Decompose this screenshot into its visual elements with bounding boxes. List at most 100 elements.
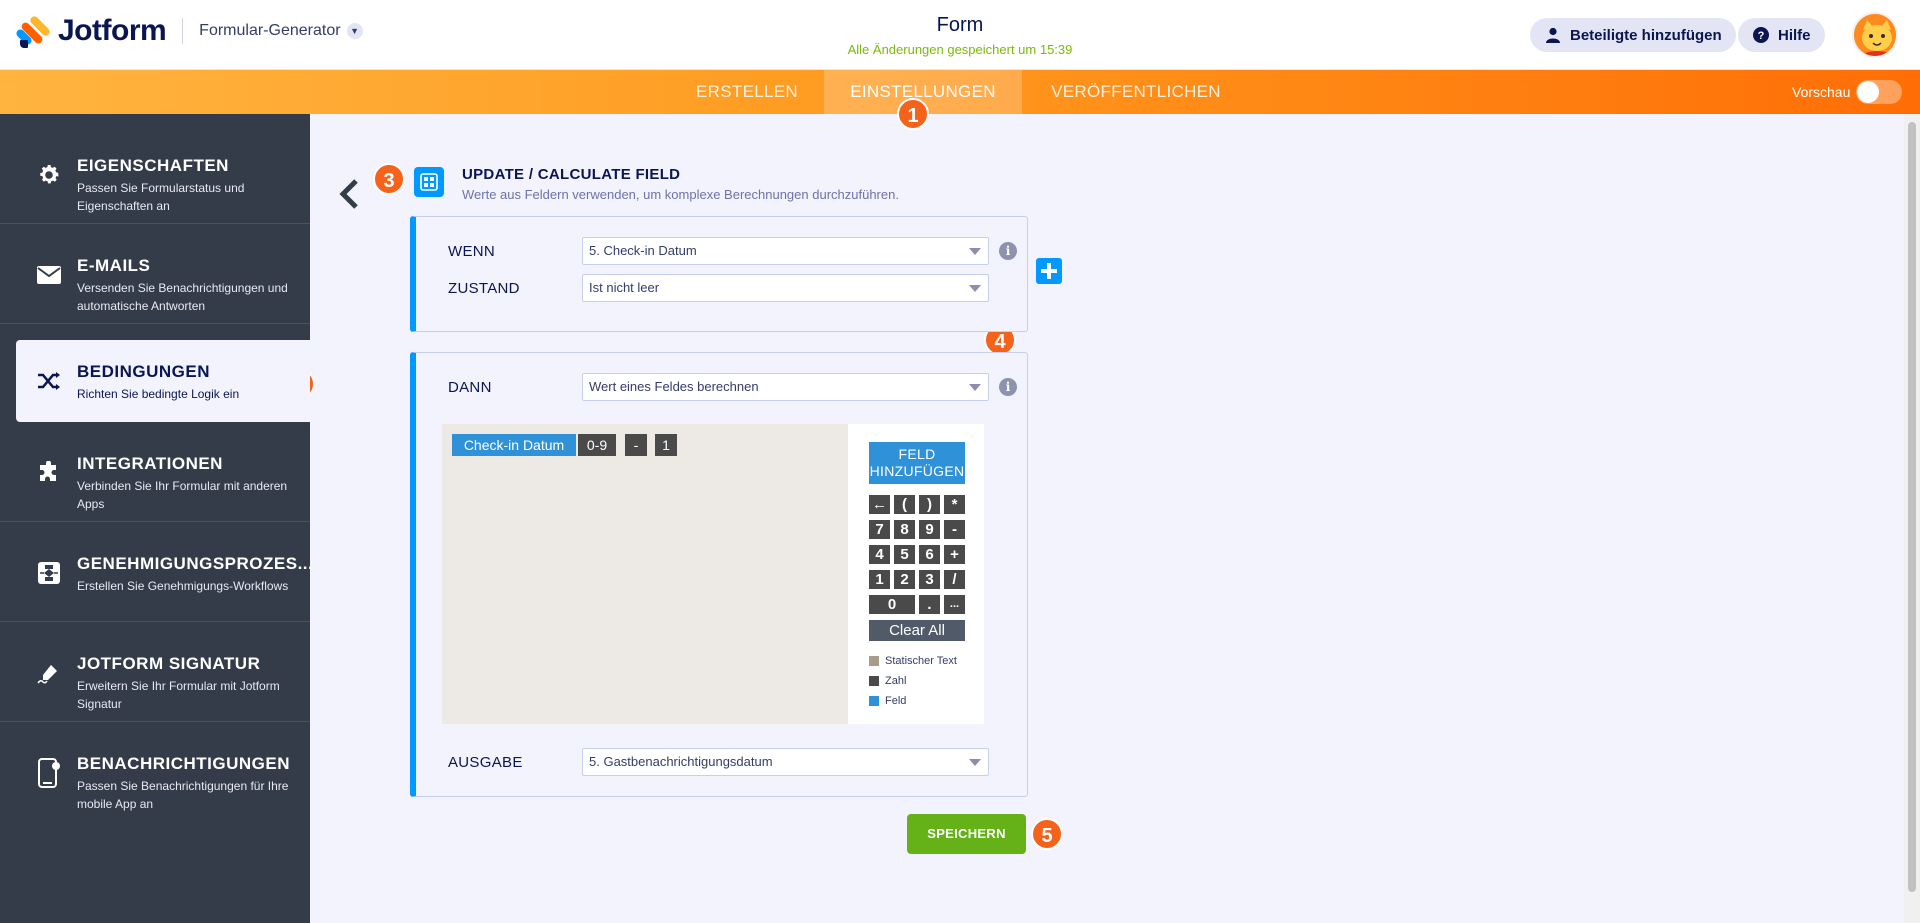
help-icon: ? xyxy=(1752,26,1770,44)
jotform-logo[interactable]: Jotform Formular-Generator ▼ xyxy=(14,14,363,48)
sidebar-item-integrations[interactable]: INTEGRATIONEN Verbinden Sie Ihr Formular… xyxy=(0,422,310,522)
key-more[interactable]: ... xyxy=(944,595,965,614)
sidebar-item-approvals[interactable]: GENEHMIGUNGSPROZES... Erstellen Sie Gene… xyxy=(0,522,314,622)
output-label: AUSGABE xyxy=(448,754,523,771)
formula-token-number[interactable]: - xyxy=(625,434,647,456)
key-multiply[interactable]: * xyxy=(944,495,965,514)
mail-icon xyxy=(36,262,62,288)
if-label: WENN xyxy=(448,243,496,260)
condition-title: UPDATE / CALCULATE FIELD xyxy=(462,166,681,183)
add-field-button[interactable]: FELD HINZUFÜGEN xyxy=(869,442,965,484)
state-select[interactable]: Ist nicht leer xyxy=(582,274,989,302)
dropdown-arrow-icon xyxy=(969,759,981,766)
sidebar-item-conditions[interactable]: BEDINGUNGEN Richten Sie bedingte Logik e… xyxy=(16,340,310,422)
svg-text:?: ? xyxy=(1758,30,1765,42)
step-badge-1: 1 xyxy=(897,98,929,130)
sidebar-item-desc: Verbinden Sie Ihr Formular mit anderen A… xyxy=(77,479,288,511)
key-7[interactable]: 7 xyxy=(869,520,890,539)
main-tab-bar: ERSTELLEN EINSTELLUNGEN VERÖFFENTLICHEN … xyxy=(0,70,1920,114)
sidebar-item-notifications[interactable]: BENACHRICHTIGUNGEN Passen Sie Benachrich… xyxy=(0,722,310,822)
dropdown-arrow-icon xyxy=(969,384,981,391)
settings-sidebar: EIGENSCHAFTEN Passen Sie Formularstatus … xyxy=(0,114,314,923)
key-close-paren[interactable]: ) xyxy=(919,495,940,514)
sidebar-item-signature[interactable]: JOTFORM SIGNATUR Erweitern Sie Ihr Formu… xyxy=(0,622,310,722)
back-chevron-icon[interactable] xyxy=(336,178,364,210)
key-2[interactable]: 2 xyxy=(894,570,915,589)
info-icon[interactable]: i xyxy=(999,378,1017,396)
save-button[interactable]: SPEICHERN xyxy=(907,814,1026,854)
step-badge-3: 3 xyxy=(373,163,405,195)
key-minus[interactable]: - xyxy=(944,520,965,539)
key-0[interactable]: 0 xyxy=(869,595,915,614)
key-4[interactable]: 4 xyxy=(869,545,890,564)
logo-wordmark: Jotform xyxy=(58,14,167,47)
key-divide[interactable]: / xyxy=(944,570,965,589)
then-action-value: Wert eines Feldes berechnen xyxy=(589,379,759,394)
calculator-icon xyxy=(414,167,444,197)
sidebar-item-desc: Passen Sie Benachrichtigungen für Ihre m… xyxy=(77,779,289,811)
sidebar-item-desc: Erweitern Sie Ihr Formular mit Jotform S… xyxy=(77,679,280,711)
scrollbar-thumb[interactable] xyxy=(1908,122,1916,892)
sidebar-item-title: GENEHMIGUNGSPROZES... xyxy=(77,554,314,573)
preview-toggle[interactable] xyxy=(1856,80,1902,104)
key-9[interactable]: 9 xyxy=(919,520,940,539)
legend-number: Zahl xyxy=(869,675,906,687)
legend-label: Statischer Text xyxy=(885,655,957,667)
legend-swatch xyxy=(869,676,879,686)
key-5[interactable]: 5 xyxy=(894,545,915,564)
clear-all-button[interactable]: Clear All xyxy=(869,620,965,641)
legend-label: Zahl xyxy=(885,675,907,687)
key-open-paren[interactable]: ( xyxy=(894,495,915,514)
tab-publish[interactable]: VERÖFFENTLICHEN xyxy=(1032,70,1240,114)
condition-subtitle: Werte aus Feldern verwenden, um komplexe… xyxy=(462,187,899,202)
user-icon xyxy=(1544,26,1562,44)
state-label: ZUSTAND xyxy=(448,280,520,297)
sidebar-item-title: EIGENSCHAFTEN xyxy=(77,156,229,175)
sidebar-item-desc: Erstellen Sie Genehmigungs-Workflows xyxy=(77,579,289,593)
step-badge-5: 5 xyxy=(1031,818,1063,850)
dropdown-arrow-icon xyxy=(969,285,981,292)
info-icon[interactable]: i xyxy=(999,242,1017,260)
sidebar-item-desc: Passen Sie Formularstatus und Eigenschaf… xyxy=(77,181,245,213)
key-decimal[interactable]: . xyxy=(919,595,940,614)
dropdown-arrow-icon xyxy=(969,248,981,255)
add-condition-plus-icon[interactable] xyxy=(1036,258,1062,284)
output-field-select[interactable]: 5. Gastbenachrichtigungsdatum xyxy=(582,748,989,776)
formula-token-field[interactable]: Check-in Datum xyxy=(452,434,576,456)
formula-editor[interactable] xyxy=(442,424,848,724)
sidebar-item-desc: Richten Sie bedingte Logik ein xyxy=(77,387,240,401)
formula-token-number[interactable]: 1 xyxy=(655,434,677,456)
formula-token-number[interactable]: 0-9 xyxy=(578,434,616,456)
builder-dropdown[interactable]: Formular-Generator ▼ xyxy=(199,22,363,40)
key-6[interactable]: 6 xyxy=(919,545,940,564)
key-3[interactable]: 3 xyxy=(919,570,940,589)
then-label: DANN xyxy=(448,379,492,396)
sidebar-item-emails[interactable]: E-MAILS Versenden Sie Benachrichtigungen… xyxy=(0,224,310,324)
legend-field: Feld xyxy=(869,695,906,707)
legend-static-text: Statischer Text xyxy=(869,655,957,667)
state-value: Ist nicht leer xyxy=(589,280,660,295)
tab-create[interactable]: ERSTELLEN xyxy=(680,70,814,114)
avatar[interactable] xyxy=(1852,12,1898,58)
puzzle-icon xyxy=(36,460,62,486)
help-button[interactable]: ? Hilfe xyxy=(1738,18,1825,52)
sidebar-item-desc: Versenden Sie Benachrichtigungen und aut… xyxy=(77,281,288,313)
then-action-select[interactable]: Wert eines Feldes berechnen xyxy=(582,373,989,401)
if-field-select[interactable]: 5. Check-in Datum xyxy=(582,237,989,265)
sidebar-item-title: E-MAILS xyxy=(77,256,151,275)
add-participants-button[interactable]: Beteiligte hinzufügen xyxy=(1530,18,1736,52)
workflow-icon xyxy=(36,560,62,586)
help-label: Hilfe xyxy=(1778,26,1811,44)
sidebar-item-properties[interactable]: EIGENSCHAFTEN Passen Sie Formularstatus … xyxy=(0,124,310,224)
logo-divider xyxy=(182,18,184,44)
sidebar-item-title: JOTFORM SIGNATUR xyxy=(77,654,261,673)
key-plus[interactable]: + xyxy=(944,545,965,564)
preview-label: Vorschau xyxy=(1792,84,1851,100)
legend-swatch xyxy=(869,656,879,666)
key-8[interactable]: 8 xyxy=(894,520,915,539)
page-scrollbar[interactable] xyxy=(1904,114,1920,923)
mobile-notification-icon xyxy=(36,758,62,788)
key-1[interactable]: 1 xyxy=(869,570,890,589)
key-backspace[interactable]: ← xyxy=(869,495,890,514)
cat-avatar-icon xyxy=(1854,14,1896,56)
